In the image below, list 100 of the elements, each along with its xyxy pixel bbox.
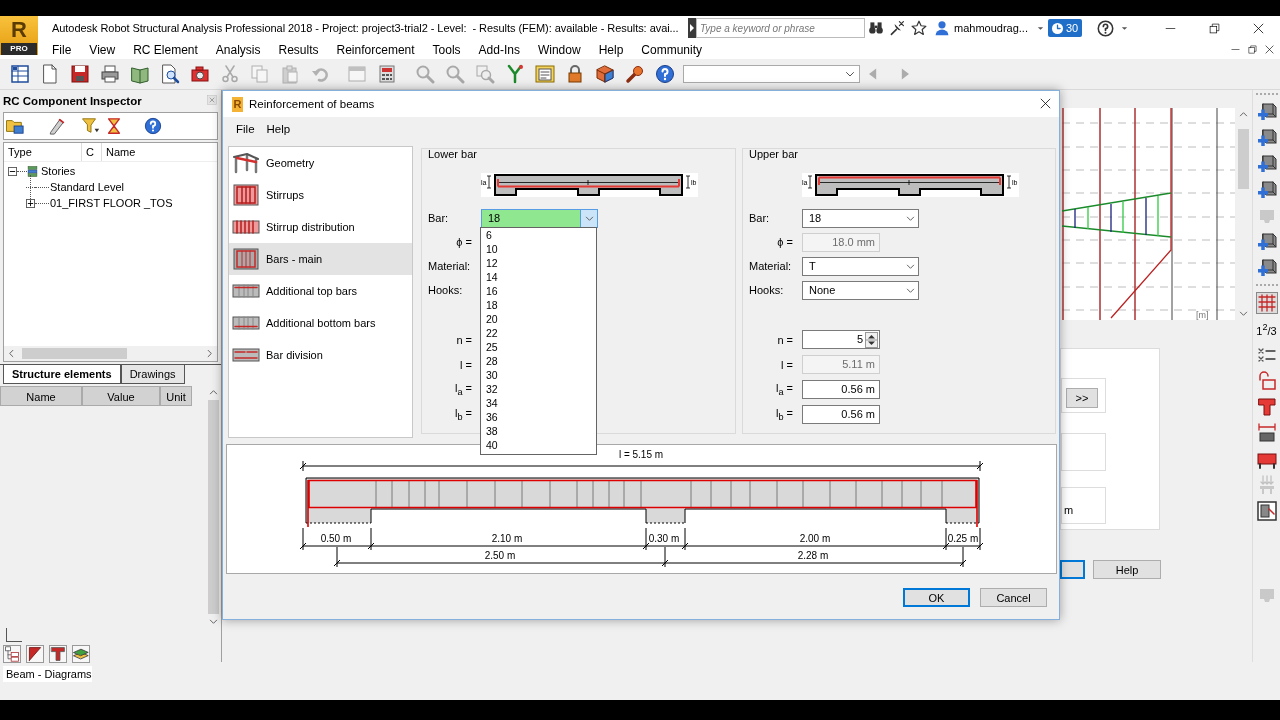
user-name[interactable]: mahmoudrag...	[954, 22, 1034, 34]
t-beam-icon[interactable]	[49, 645, 67, 663]
column-header[interactable]: Name	[102, 143, 136, 161]
section-item[interactable]: Additional top bars	[229, 275, 412, 307]
section-item[interactable]: Bars - main	[229, 243, 412, 275]
calculator-icon[interactable]	[377, 64, 397, 84]
chevron-down-icon[interactable]	[1239, 309, 1248, 318]
list-option[interactable]: 14	[481, 270, 596, 284]
cut-off-button[interactable]	[1060, 560, 1085, 579]
book-icon[interactable]	[130, 64, 150, 84]
block-plus-icon[interactable]	[1255, 101, 1278, 123]
tree-toggle[interactable]	[26, 198, 35, 208]
numbering-button[interactable]: 1$^{2}$/3	[1254, 317, 1279, 341]
block-plus-icon[interactable]	[1255, 153, 1278, 175]
input-field[interactable]: 0.56 m	[802, 380, 880, 399]
menu-item[interactable]: File	[43, 42, 81, 57]
grid-icon[interactable]	[1255, 292, 1278, 314]
menu-item[interactable]: Add-Ins	[469, 42, 529, 57]
scroll-thumb[interactable]	[1238, 129, 1249, 189]
menu-item[interactable]: Help	[589, 42, 633, 57]
satellite-dish-icon[interactable]	[889, 20, 905, 36]
star-icon[interactable]	[911, 20, 927, 36]
number-field[interactable]: 5	[802, 330, 880, 349]
menu-item[interactable]: Analysis	[206, 42, 270, 57]
flag-icon[interactable]	[26, 645, 44, 663]
list-option[interactable]: 25	[481, 340, 596, 354]
list-option[interactable]: 20	[481, 312, 596, 326]
dropdown-field[interactable]: T	[802, 256, 919, 276]
layers-icon[interactable]	[72, 645, 90, 663]
column-header[interactable]: Value	[82, 386, 160, 406]
notification-badge[interactable]: 30	[1048, 19, 1083, 37]
menu-item[interactable]: Reinforcement	[327, 42, 424, 57]
list-option[interactable]: 40	[481, 438, 596, 452]
dropdown-field[interactable]: None	[802, 280, 919, 300]
wrench-icon[interactable]	[625, 64, 645, 84]
search-field[interactable]: Type a keyword or phrase	[696, 18, 865, 38]
hourglass-icon[interactable]	[105, 117, 123, 135]
scroll-thumb[interactable]	[208, 400, 219, 614]
block-plus-icon[interactable]	[1255, 127, 1278, 149]
column-header[interactable]: Type	[4, 143, 82, 161]
block-plus-icon[interactable]	[1255, 257, 1278, 279]
close-icon[interactable]	[1265, 45, 1274, 54]
funnel-icon[interactable]	[82, 117, 100, 135]
menu-item[interactable]: Window	[528, 42, 590, 57]
list-option[interactable]: 18	[481, 298, 596, 312]
input-field[interactable]: 0.56 m	[802, 405, 880, 424]
printer-icon[interactable]	[100, 64, 120, 84]
list-option[interactable]: 16	[481, 284, 596, 298]
close-icon[interactable]	[1040, 98, 1051, 109]
list-option[interactable]: 36	[481, 410, 596, 424]
column-header[interactable]: Unit	[160, 386, 192, 406]
list-option[interactable]: 10	[481, 242, 596, 256]
list-option[interactable]: 6	[481, 228, 596, 242]
spin-arrows-icon[interactable]	[865, 331, 878, 348]
user-icon[interactable]	[934, 20, 950, 36]
chevron-up-icon[interactable]	[209, 388, 218, 397]
column-header[interactable]: Name	[0, 386, 82, 406]
list-option[interactable]: 30	[481, 368, 596, 382]
tree-item[interactable]: Stories	[4, 163, 217, 179]
tab[interactable]: Drawings	[120, 365, 185, 384]
column-header[interactable]: C	[82, 143, 102, 161]
ok-button[interactable]: OK	[903, 588, 970, 607]
menu-item[interactable]: RC Element	[124, 42, 207, 57]
folder-icon[interactable]	[6, 117, 24, 135]
list-option[interactable]: 32	[481, 382, 596, 396]
camera-icon[interactable]	[190, 64, 210, 84]
menu-item[interactable]: View	[80, 42, 125, 57]
menu-item[interactable]: Results	[269, 42, 328, 57]
list-option[interactable]: 38	[481, 424, 596, 438]
tree-item[interactable]: 01_FIRST FLOOR _TOS	[4, 195, 217, 211]
help-button[interactable]: Help	[1093, 560, 1161, 579]
section-item[interactable]: Geometry	[229, 147, 412, 179]
table-icon[interactable]	[10, 64, 30, 84]
horizontal-scrollbar[interactable]	[4, 346, 217, 361]
tree-item[interactable]: Standard Level	[4, 179, 217, 195]
pencil-icon[interactable]	[48, 117, 66, 135]
form-icon[interactable]	[535, 64, 555, 84]
help-icon[interactable]	[1097, 19, 1115, 37]
page-icon[interactable]	[40, 64, 60, 84]
section-item[interactable]: Stirrups	[229, 179, 412, 211]
app-logo[interactable]: R PRO	[0, 16, 38, 55]
menu-item[interactable]: Community	[632, 42, 711, 57]
chevron-right-icon[interactable]	[205, 349, 214, 358]
section-item[interactable]: Stirrup distribution	[229, 211, 412, 243]
list-option[interactable]: 12	[481, 256, 596, 270]
tree-icon[interactable]	[3, 645, 21, 663]
floppy-icon[interactable]	[70, 64, 90, 84]
cancel-button[interactable]: Cancel	[980, 588, 1047, 607]
dropdown-field[interactable]: 18	[802, 208, 919, 228]
list-option[interactable]: 28	[481, 354, 596, 368]
chevron-up-icon[interactable]	[1239, 110, 1248, 119]
restore-icon[interactable]	[1208, 22, 1220, 34]
block-plus-icon[interactable]	[1255, 179, 1278, 201]
dimension-icon[interactable]	[1255, 422, 1278, 444]
tab[interactable]: Structure elements	[3, 365, 121, 384]
fork-icon[interactable]	[505, 64, 525, 84]
block-plus-icon[interactable]	[1255, 231, 1278, 253]
empty-tab[interactable]	[6, 628, 22, 642]
menu-item[interactable]: File	[230, 123, 261, 135]
close-icon[interactable]	[1252, 22, 1264, 34]
